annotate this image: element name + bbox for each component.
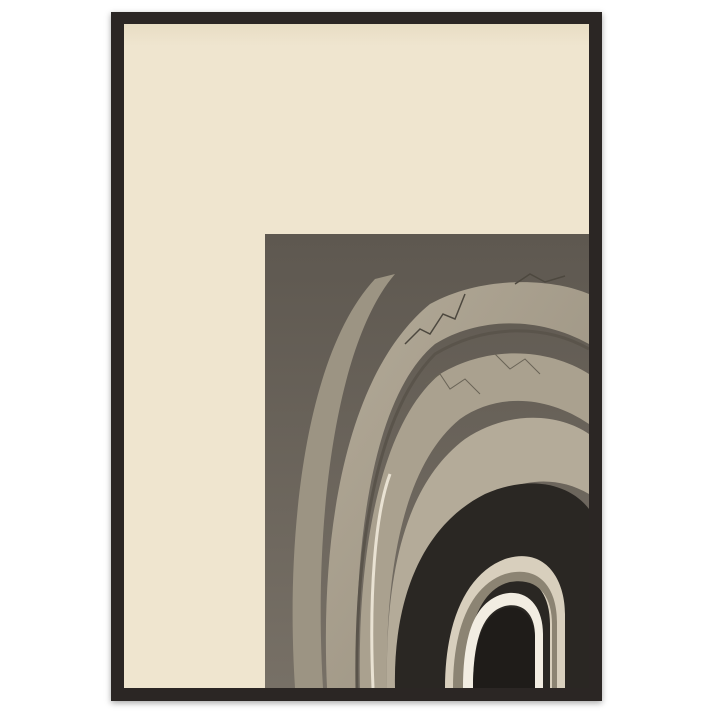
abstract-artwork <box>265 234 589 688</box>
mat-top-shadow <box>124 24 589 46</box>
picture-frame <box>111 12 602 701</box>
paper-mat <box>124 24 589 688</box>
image-canvas <box>0 0 713 713</box>
artwork-graphic <box>265 234 589 688</box>
